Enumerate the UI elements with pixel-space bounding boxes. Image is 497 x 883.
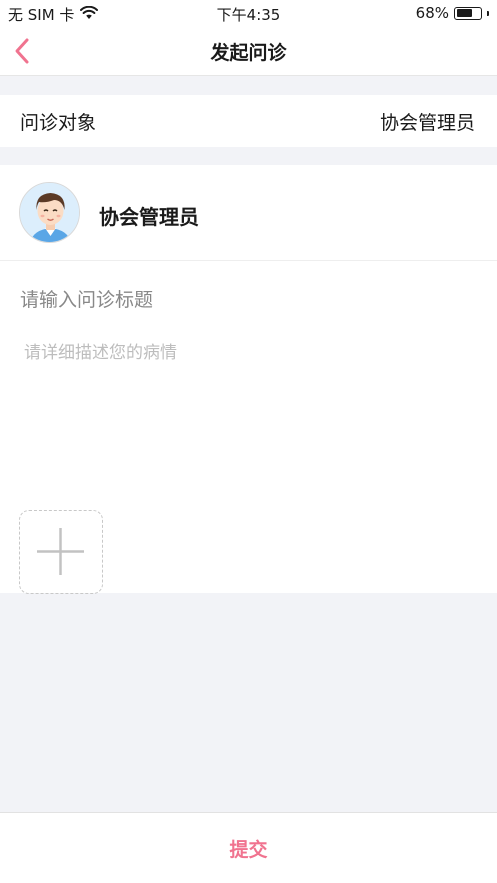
user-row: 协会管理员 [0, 165, 497, 261]
plus-icon [37, 528, 84, 575]
submit-button[interactable]: 提交 [0, 813, 497, 883]
consult-target-label: 问诊对象 [20, 112, 97, 134]
battery-percent: 68% [415, 4, 449, 22]
status-bar: 无 SIM 卡 下午4:35 68% [0, 0, 497, 26]
consult-target-row[interactable]: 问诊对象 协会管理员 [0, 95, 497, 147]
add-photo-button[interactable] [19, 510, 103, 594]
battery-cap [487, 10, 489, 16]
battery-fill [456, 9, 473, 17]
bottom-bar: 提交 [0, 812, 497, 883]
user-name: 协会管理员 [99, 205, 199, 229]
avatar [19, 182, 80, 243]
status-right: 68% [416, 4, 489, 22]
consult-form-panel: 协会管理员 [0, 165, 497, 594]
page-title: 发起问诊 [210, 42, 287, 64]
nav-bar: 发起问诊 [0, 26, 497, 76]
consult-description-input[interactable] [24, 338, 477, 488]
consult-title-input[interactable] [20, 285, 477, 315]
battery-icon [454, 6, 482, 20]
consult-target-value: 协会管理员 [379, 112, 475, 134]
